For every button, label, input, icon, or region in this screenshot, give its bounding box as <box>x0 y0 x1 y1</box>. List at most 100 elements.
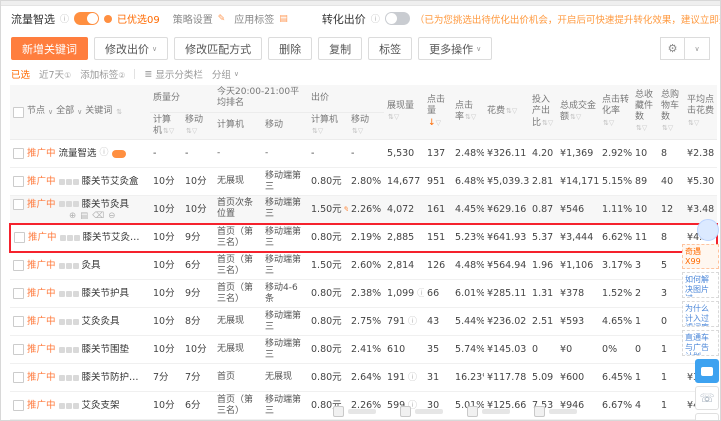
apps-grid-button[interactable]: ▦ <box>695 413 719 420</box>
filter-funnel-icon[interactable]: ▽ <box>471 113 476 121</box>
filter-funnel-icon[interactable]: ▽ <box>358 127 363 135</box>
row-checkbox[interactable] <box>13 400 24 411</box>
cell-bid-pc[interactable]: - <box>308 139 349 168</box>
edit-bid-icon[interactable]: ✎ <box>344 205 348 214</box>
traffic-smart-toggle[interactable] <box>74 12 100 25</box>
all-filter[interactable]: 全部 <box>56 106 74 117</box>
keyword-text[interactable]: 膝关节护具 <box>82 288 130 299</box>
keyword-text[interactable]: 流量智选 <box>59 148 97 159</box>
help-card-2[interactable]: 为什么计入过滤词库 <box>682 301 719 328</box>
row-checkbox[interactable] <box>13 260 24 272</box>
filter-funnel-icon[interactable]: ▽ <box>576 113 581 121</box>
keyword-text[interactable]: 膝关节艾灸盒 <box>82 176 139 187</box>
cell-bid-mobile[interactable]: 2.41% <box>348 335 385 364</box>
keyword-text[interactable]: 膝关节围垫 <box>82 344 130 355</box>
cell-bid-pc[interactable]: 0.80元 <box>308 167 349 196</box>
modify-bid-button[interactable]: 修改出价 ∨ <box>94 37 169 60</box>
keyword-header-label[interactable]: 关键词 <box>85 106 112 117</box>
row-checkbox[interactable] <box>13 316 24 327</box>
cell-bid-pc[interactable]: 1.50元✎ <box>308 195 349 224</box>
info-icon[interactable]: ⓘ <box>371 12 380 25</box>
filter-funnel-icon[interactable]: ▽ <box>694 119 699 127</box>
edit-pencil-icon[interactable]: ✎ <box>218 14 226 24</box>
filter-funnel-icon[interactable]: ▽ <box>548 119 553 127</box>
table-row[interactable]: 推广中 流量智选 ⓘ - - - - - - 5,530 137 2.48% ¥… <box>10 139 718 168</box>
table-row[interactable]: 推广中 膝关节艾灸盒 10分 10分 无展现 移动端第三 0.80元 2.80%… <box>10 167 718 196</box>
conversion-bid-toggle[interactable] <box>384 12 410 25</box>
header-favorites[interactable]: 总收藏件数⇅▽ <box>632 85 659 140</box>
bottom-banner-item[interactable] <box>333 406 376 417</box>
header-revenue[interactable]: 总成交金额⇅▽ <box>557 85 600 140</box>
cell-bid-mobile[interactable]: 2.26%✎ <box>348 195 385 224</box>
subheader-quality-pc[interactable]: 计算机⇅▽ <box>150 112 182 140</box>
cell-bid-mobile[interactable]: 2.75% <box>348 307 385 336</box>
table-row[interactable]: 推广中 膝关节防护灸具 7分 7分 首页 无展现 0.80元 2.64% 191… <box>10 363 718 392</box>
subheader-bid-pc[interactable]: 计算机⇅▽ <box>308 112 349 140</box>
keyword-text[interactable]: 膝关节灸具 <box>82 199 130 210</box>
help-card-1[interactable]: 如何解决图片过… <box>682 272 719 299</box>
impressions-info-icon[interactable]: ⓘ <box>414 289 424 299</box>
collapse-icon[interactable]: ⊖ <box>108 211 115 221</box>
filter-funnel-icon[interactable]: ▽ <box>318 127 323 135</box>
cell-bid-pc[interactable]: 0.80元 <box>308 307 349 336</box>
filter-funnel-icon[interactable]: ▽ <box>642 124 647 132</box>
keyword-text[interactable]: 艾灸灸具 <box>82 316 120 327</box>
filter-funnel-icon[interactable]: ▽ <box>169 127 174 135</box>
header-cpc[interactable]: 平均点击花费⇅▽ <box>684 85 718 140</box>
cell-bid-mobile[interactable]: 2.64% <box>348 363 385 392</box>
help-card-3[interactable]: 直通车与广告计划 <box>682 330 719 357</box>
table-row[interactable]: 推广中 灸具 10分 6分 首页（第三名） 移动端第三 1.50元 2.60% … <box>10 251 718 280</box>
header-cost[interactable]: 花费⇅▽ <box>484 85 530 140</box>
node-filter[interactable]: 节点 <box>27 106 45 117</box>
delete-button[interactable]: 删除 <box>268 37 313 60</box>
keyword-text[interactable]: 膝关节防护灸具 <box>82 372 147 383</box>
filter-funnel-icon[interactable]: ▽ <box>192 127 197 135</box>
cell-bid-mobile[interactable]: 2.38% <box>348 279 385 308</box>
filter-funnel-icon[interactable]: ▽ <box>436 119 441 127</box>
header-cvr[interactable]: 点击转化率⇅▽ <box>599 85 633 140</box>
impressions-info-icon[interactable]: ⓘ <box>405 317 417 327</box>
row-checkbox[interactable] <box>13 372 24 383</box>
subheader-quality-mobile[interactable]: 移动⇅▽ <box>182 112 215 140</box>
delete-icon[interactable]: ⌫ <box>92 211 104 221</box>
table-row[interactable]: 推广中 膝关节灸具 ⊕ ▤ ⌫ ⊖ 10分 10分 首页次条位置 移动端第三 1.50… <box>10 195 718 224</box>
row-checkbox[interactable] <box>13 176 24 187</box>
table-row[interactable]: 推广中 膝关节艾灸灸具 10分 9分 首页（第三名） 移动端第三 0.80元 2… <box>9 222 719 253</box>
copy-button[interactable]: 复制 <box>318 37 363 60</box>
bottom-banner-item[interactable] <box>400 406 443 417</box>
report-icon[interactable]: ▤ <box>80 211 88 221</box>
assistant-avatar[interactable] <box>697 219 719 241</box>
cell-bid-pc[interactable]: 0.80元 <box>308 222 349 253</box>
filter-funnel-icon[interactable]: ▽ <box>512 107 517 115</box>
collapse-panel-button[interactable]: ∨ <box>685 37 710 60</box>
keyword-text[interactable]: 艾灸支架 <box>82 400 120 411</box>
header-ctr[interactable]: 点击率⇅▽ <box>452 85 485 140</box>
impressions-info-icon[interactable]: ⓘ <box>405 373 417 383</box>
filter-chip-last7days[interactable]: 近7天① <box>39 67 71 81</box>
cell-bid-mobile[interactable]: 2.80% <box>348 167 385 196</box>
tag-button[interactable]: 标签 <box>368 37 413 60</box>
row-checkbox[interactable] <box>13 344 24 355</box>
keyword-text[interactable]: 灸具 <box>82 260 101 271</box>
bottom-banner-item[interactable] <box>534 406 577 417</box>
cell-bid-pc[interactable]: 0.80元 <box>308 335 349 364</box>
strategy-settings-link[interactable]: 策略设置 <box>173 11 213 26</box>
info-icon[interactable]: ⓘ <box>60 12 69 25</box>
row-checkbox[interactable] <box>13 148 24 159</box>
subheader-bid-mobile[interactable]: 移动⇅▽ <box>348 112 385 140</box>
keyword-text[interactable]: 膝关节艾灸灸具 <box>83 232 147 243</box>
smart-traffic-toggle[interactable] <box>111 149 126 158</box>
selected-filter-chip[interactable]: 已选 <box>11 67 30 81</box>
more-actions-button[interactable]: 更多操作 ∨ <box>418 37 493 60</box>
customer-service-button[interactable]: ☏ <box>695 386 719 411</box>
row-checkbox[interactable] <box>14 232 25 243</box>
filter-funnel-icon[interactable]: ▽ <box>394 113 399 121</box>
cell-bid-pc[interactable]: 0.80元 <box>308 279 349 308</box>
filter-chip-add-tag[interactable]: 添加标签② <box>80 67 125 81</box>
table-row[interactable]: 推广中 艾灸灸具 10分 8分 无展现 移动端第三 0.80元 2.75% 79… <box>10 307 718 336</box>
header-roi[interactable]: 投入产出比⇅▽ <box>529 85 558 140</box>
edit-bid-icon[interactable]: ✎ <box>383 205 384 214</box>
header-carts[interactable]: 总购物车数⇅▽ <box>658 85 685 140</box>
filter-funnel-icon[interactable]: ▽ <box>668 124 673 132</box>
apply-tag-link[interactable]: 应用标签 <box>234 11 274 26</box>
